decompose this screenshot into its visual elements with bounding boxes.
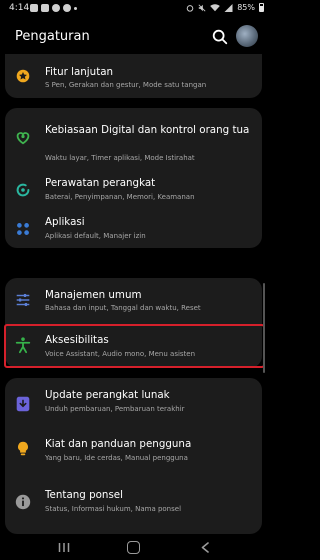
list-item-apps[interactable]: Aplikasi Aplikasi default, Manajer izin	[5, 208, 262, 248]
more-notifications-icon	[74, 7, 77, 10]
item-subtitle: Aplikasi default, Manajer izin	[45, 232, 146, 240]
battery-percent: 85%	[237, 3, 255, 12]
wifi-icon	[210, 3, 221, 11]
page-title: Pengaturan	[15, 29, 90, 44]
settings-card-device: Kebiasaan Digital dan kontrol orang tua …	[5, 108, 262, 248]
status-bar: 4:14 85%	[0, 0, 272, 20]
item-title: Kebiasaan Digital dan kontrol orang tua	[45, 124, 250, 136]
apps-grid-icon	[17, 223, 29, 235]
list-item-tips[interactable]: Kiat dan panduan pengguna Yang baru, Ide…	[5, 428, 262, 478]
list-item-software-update[interactable]: Update perangkat lunak Unduh pembaruan, …	[5, 378, 262, 426]
app-notification-icon	[63, 4, 71, 12]
search-icon[interactable]	[211, 28, 229, 46]
status-right: 85%	[186, 3, 264, 12]
status-time: 4:14	[9, 3, 30, 13]
app-header: Pengaturan	[0, 20, 272, 54]
item-subtitle: Unduh pembaruan, Pembaruan terakhir	[45, 405, 185, 413]
item-subtitle: Waktu layar, Timer aplikasi, Mode Istira…	[45, 154, 195, 162]
device-care-icon	[16, 183, 30, 197]
profile-avatar[interactable]	[236, 25, 258, 47]
item-subtitle: S Pen, Gerakan dan gestur, Mode satu tan…	[45, 81, 207, 89]
navigation-bar	[0, 536, 272, 560]
item-title: Fitur lanjutan	[45, 66, 114, 78]
item-title: Aplikasi	[45, 216, 85, 228]
notification-icons	[30, 4, 77, 12]
item-title: Tentang ponsel	[45, 489, 124, 501]
item-subtitle: Status, Informasi hukum, Nama ponsel	[45, 505, 182, 513]
item-subtitle: Baterai, Penyimpanan, Memori, Keamanan	[45, 193, 195, 201]
list-item-about-phone[interactable]: Tentang ponsel Status, Informasi hukum, …	[5, 480, 262, 530]
info-icon	[15, 494, 31, 510]
list-item-general-management[interactable]: Manajemen umum Bahasa dan input, Tanggal…	[5, 278, 262, 322]
image-notification-icon	[30, 4, 38, 12]
item-subtitle: Bahasa dan input, Tanggal dan waktu, Res…	[45, 304, 201, 312]
item-title: Kiat dan panduan pengguna	[45, 438, 192, 450]
gallery-notification-icon	[41, 4, 49, 12]
alarm-icon	[186, 4, 194, 12]
software-update-icon	[16, 396, 30, 412]
signal-icon	[224, 3, 233, 12]
settings-card-about: Update perangkat lunak Unduh pembaruan, …	[5, 378, 262, 534]
digital-wellbeing-icon	[16, 132, 30, 145]
star-gear-icon	[16, 69, 30, 83]
list-item-advanced-features[interactable]: Fitur lanjutan S Pen, Gerakan dan gestur…	[5, 54, 262, 98]
list-item-digital-wellbeing[interactable]: Kebiasaan Digital dan kontrol orang tua …	[5, 108, 262, 166]
item-title: Update perangkat lunak	[45, 389, 170, 401]
list-item-device-care[interactable]: Perawatan perangkat Baterai, Penyimpanan…	[5, 166, 262, 208]
back-icon[interactable]	[200, 542, 210, 553]
lightbulb-icon	[18, 441, 28, 456]
home-icon[interactable]	[127, 541, 140, 554]
scrollbar[interactable]	[263, 283, 265, 373]
item-title: Manajemen umum	[45, 289, 142, 301]
sliders-icon	[16, 293, 30, 307]
mute-icon	[198, 4, 206, 11]
battery-icon	[259, 3, 264, 12]
highlight-box	[4, 324, 265, 368]
item-subtitle: Yang baru, Ide cerdas, Manual pengguna	[45, 454, 188, 462]
messenger-notification-icon	[52, 4, 60, 12]
recents-icon[interactable]	[58, 542, 70, 553]
item-title: Perawatan perangkat	[45, 177, 156, 189]
settings-card-top: Fitur lanjutan S Pen, Gerakan dan gestur…	[5, 54, 262, 98]
